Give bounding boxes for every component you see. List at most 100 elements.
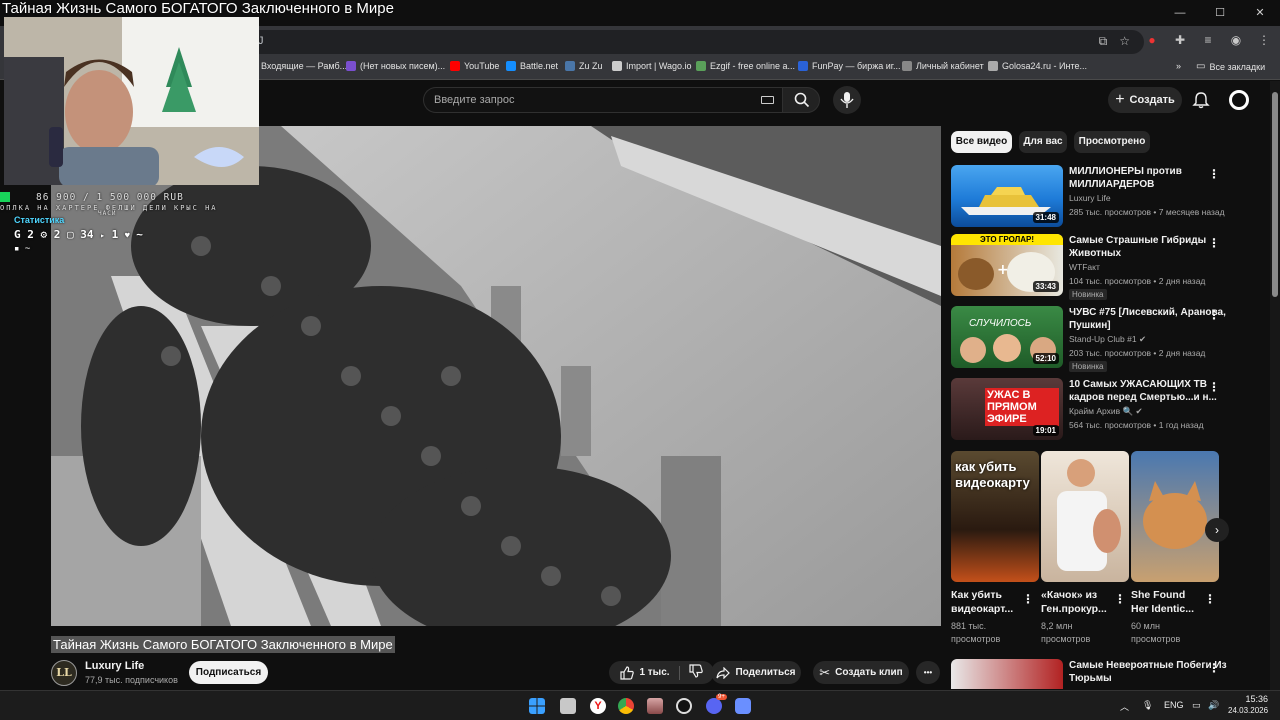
tray-expand-icon[interactable]: ︿ — [1120, 700, 1129, 713]
task-view-icon[interactable] — [560, 698, 576, 714]
video-thumbnail[interactable]: СЛУЧИЛОСЬ 52:10 — [951, 306, 1063, 368]
profile-icon[interactable]: ◉ — [1228, 32, 1244, 48]
microphone-tray-icon[interactable]: 🎙 — [1142, 700, 1153, 711]
more-options-icon[interactable]: ⋮ — [1208, 308, 1220, 322]
app-icon[interactable] — [735, 698, 751, 714]
recommended-video[interactable]: СЛУЧИЛОСЬ 52:10 ЧУВС #75 [Лисевский, Ара… — [951, 306, 1261, 372]
video-thumbnail[interactable]: 31:48 — [951, 165, 1063, 227]
chip-watched[interactable]: Просмотрено — [1074, 131, 1150, 153]
media-control-icon[interactable]: ≡ — [1200, 32, 1216, 48]
url-field[interactable]: J ⧉ ☆ — [236, 30, 1144, 54]
notifications-bell-icon[interactable] — [1192, 91, 1210, 109]
minimize-button[interactable]: — — [1160, 0, 1200, 26]
video-thumbnail[interactable] — [951, 659, 1063, 689]
dislike-button[interactable] — [688, 664, 703, 681]
short-title[interactable]: Как убить видеокарт... — [951, 588, 1023, 616]
overlay-ticker-2: ЧАСИ — [98, 210, 117, 217]
shorts-next-arrow-icon[interactable]: › — [1205, 518, 1229, 542]
obs-icon[interactable] — [676, 698, 692, 714]
video-player[interactable] — [51, 126, 941, 626]
short-thumbnail[interactable] — [1131, 451, 1219, 582]
menu-icon[interactable]: ⋮ — [1256, 32, 1272, 48]
search-button[interactable] — [782, 87, 820, 113]
channel-avatar[interactable]: LL — [51, 660, 77, 686]
clock-date[interactable]: 24.03.2026 — [1228, 706, 1268, 715]
svg-text:+: + — [997, 262, 1009, 278]
channel-name[interactable]: Luxury Life — [85, 660, 144, 672]
subscribe-button[interactable]: Подписаться — [189, 661, 268, 684]
more-options-icon[interactable]: ⋮ — [1208, 661, 1220, 675]
language-indicator[interactable]: ENG — [1164, 700, 1184, 710]
bookmark-item[interactable]: Golosa24.ru - Инте... — [988, 61, 1087, 71]
short-title[interactable]: «Качок» из Ген.прокур... — [1041, 588, 1113, 616]
clock-time[interactable]: 15:36 — [1228, 694, 1268, 704]
mail-icon — [346, 61, 356, 71]
account-avatar[interactable] — [1229, 90, 1249, 110]
create-clip-button[interactable]: ✂ Создать клип — [813, 661, 909, 684]
windows-start-icon[interactable] — [529, 698, 545, 714]
create-button[interactable]: + Создать — [1108, 87, 1182, 113]
discord-icon[interactable] — [706, 698, 722, 714]
extensions-icon[interactable]: ✚ — [1172, 32, 1188, 48]
all-bookmarks[interactable]: ▭ Все закладки — [1196, 61, 1265, 72]
scrollbar-thumb[interactable] — [1272, 92, 1278, 297]
recommended-video[interactable]: ЭТО ГРОЛАР! + 33:43 Самые Страшные Гибри… — [951, 234, 1261, 300]
voice-search-button[interactable] — [833, 86, 861, 114]
new-badge: Новинка — [1069, 361, 1107, 372]
more-options-icon[interactable]: ⋮ — [1208, 167, 1220, 181]
extension-red-icon[interactable]: ● — [1144, 32, 1160, 48]
short-thumbnail[interactable] — [1041, 451, 1129, 582]
bookmark-star-icon[interactable]: ☆ — [1119, 34, 1130, 49]
close-button[interactable]: ✕ — [1240, 0, 1280, 26]
donation-goal: 86 900 / 1 500 000 RUB — [36, 192, 184, 203]
more-options-icon[interactable]: ⋮ — [1204, 592, 1216, 606]
volume-icon[interactable]: 🔊 — [1208, 700, 1219, 711]
chrome-icon[interactable] — [618, 698, 634, 714]
short-views: 881 тыс. просмотров — [951, 621, 1001, 644]
photos-icon[interactable] — [647, 698, 663, 714]
bookmarks-overflow-icon[interactable]: » — [1176, 61, 1181, 71]
share-label: Поделиться — [735, 667, 796, 678]
recommended-video[interactable]: УЖАС В ПРЯМОМ ЭФИРЕ 19:01 10 Самых УЖАСА… — [951, 378, 1261, 440]
maximize-button[interactable]: ☐ — [1200, 0, 1240, 26]
install-app-icon[interactable]: ⧉ — [1099, 34, 1108, 49]
recommended-video[interactable]: Самые Невероятные Побеги Из Тюрьмы ⋮ — [951, 659, 1261, 689]
like-button[interactable]: 1 тыс. — [620, 665, 670, 680]
more-options-icon[interactable]: ⋮ — [1208, 236, 1220, 250]
more-options-icon[interactable]: ⋮ — [1114, 592, 1126, 606]
bookmark-item[interactable]: Ezgif - free online a... — [696, 61, 795, 71]
bookmark-item[interactable]: Входящие — Рамб... — [247, 61, 347, 71]
bookmark-item[interactable]: FunPay — биржа иг... — [798, 61, 900, 71]
yandex-browser-icon[interactable]: Y — [590, 698, 606, 714]
recommended-channel[interactable]: WTFакт — [1069, 262, 1100, 272]
search-input[interactable]: Введите запрос — [423, 87, 782, 113]
share-button[interactable]: Поделиться — [711, 661, 801, 684]
recommended-channel[interactable]: Stand-Up Club #1 ✔ — [1069, 334, 1146, 345]
video-thumbnail[interactable]: УЖАС В ПРЯМОМ ЭФИРЕ 19:01 — [951, 378, 1063, 440]
bookmark-item[interactable]: Import | Wago.io — [612, 61, 692, 71]
video-thumbnail[interactable]: ЭТО ГРОЛАР! + 33:43 — [951, 234, 1063, 296]
battlenet-icon — [506, 61, 516, 71]
funpay-icon — [798, 61, 808, 71]
short-title[interactable]: She Found Her Identic... — [1131, 588, 1203, 616]
short-thumbnail[interactable]: как убить видеокарту — [951, 451, 1039, 582]
bookmark-item[interactable]: Zu Zu — [565, 61, 603, 71]
keyboard-icon[interactable] — [761, 96, 774, 104]
verified-icon: ✔ — [1135, 406, 1143, 416]
network-icon[interactable]: ▭ — [1192, 700, 1201, 711]
recommended-channel[interactable]: Крайм Архив 🔍 ✔ — [1069, 406, 1143, 417]
bookmark-item[interactable]: Личный кабинет — [902, 61, 984, 71]
overlay-progress-marker — [0, 192, 10, 202]
more-actions-button[interactable]: ••• — [916, 661, 940, 684]
recommended-video[interactable]: 31:48 МИЛЛИОНЕРЫ против МИЛЛИАРДЕРОВ Lux… — [951, 165, 1261, 227]
bookmark-item[interactable]: Battle.net — [506, 61, 558, 71]
chip-for-you[interactable]: Для вас — [1019, 131, 1067, 153]
more-options-icon[interactable]: ⋮ — [1208, 380, 1220, 394]
scissors-icon: ✂ — [819, 664, 831, 680]
webcam-overlay — [4, 17, 259, 185]
bookmark-item[interactable]: YouTube — [450, 61, 499, 71]
more-options-icon[interactable]: ⋮ — [1022, 592, 1034, 606]
chip-all-videos[interactable]: Все видео — [951, 131, 1012, 153]
recommended-channel[interactable]: Luxury Life — [1069, 193, 1111, 203]
bookmark-item[interactable]: (Нет новых писем)... — [346, 61, 445, 71]
